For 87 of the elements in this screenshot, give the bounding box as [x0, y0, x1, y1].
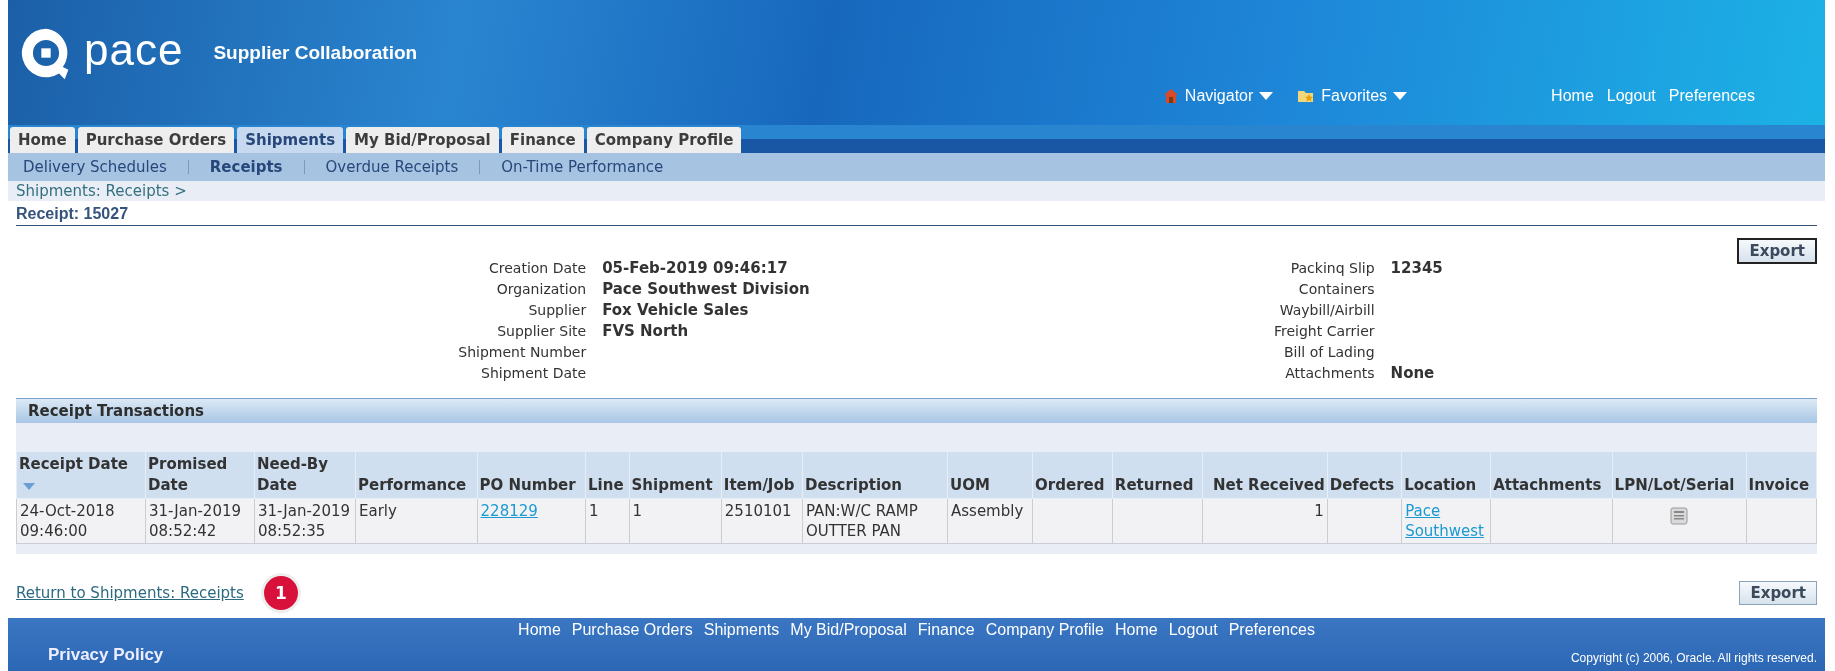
column-header: Item/Job — [721, 451, 803, 499]
header-link[interactable]: Home — [1551, 87, 1594, 105]
field-label: Supplier Site — [496, 322, 588, 341]
column-header: PO Number — [477, 451, 586, 499]
copyright-text: Copyright (c) 2006, Oracle. All rights reserved. — [1570, 651, 1817, 665]
field-value: None — [1390, 363, 1436, 384]
global-menu[interactable]: Favorites — [1321, 87, 1388, 105]
field-value: FVS North — [602, 321, 690, 342]
table-cell: Assembly — [951, 502, 1024, 520]
return-link[interactable]: Return to Shipments: Receipts — [16, 584, 244, 602]
field-value: 05-Feb-2019 09:46:17 — [602, 258, 789, 279]
dropdown-caret-icon — [1259, 92, 1274, 100]
folder-star-icon — [1297, 88, 1316, 104]
global-menu[interactable]: Navigator — [1184, 87, 1254, 105]
callout-badge: 1 — [263, 576, 298, 610]
field-label: Packinq Slip — [1289, 259, 1376, 278]
table-cell: 31-Jan-2019 08:52:42 — [149, 502, 242, 540]
column-header: Invoice — [1746, 451, 1817, 499]
column-header: LPN/Lot/Serial — [1612, 451, 1747, 499]
field-label: Organization — [495, 280, 588, 299]
column-header: Defects — [1327, 451, 1402, 499]
sort-descending-icon[interactable] — [23, 483, 35, 490]
house-icon — [1162, 88, 1179, 104]
logo-wordmark: pace — [84, 28, 184, 72]
breadcrumb-link[interactable]: Shipments: Receipts > — [16, 182, 187, 200]
nav-tab[interactable]: Purchase Orders — [77, 127, 235, 153]
footer-link[interactable]: Logout — [1168, 621, 1218, 639]
field-value: Fox Vehicle Sales — [602, 300, 750, 321]
footer-link[interactable]: Purchase Orders — [571, 621, 693, 639]
footer-link[interactable]: My Bid/Proposal — [790, 621, 907, 639]
field-label: Shipment Date — [480, 364, 588, 383]
field-value: Pace Southwest Division — [602, 279, 811, 300]
subtab[interactable]: On-Time Performance — [494, 158, 671, 176]
table-cell: Early — [359, 502, 397, 520]
table-cell: 1 — [632, 502, 643, 520]
field-label: Freight Carrier — [1274, 322, 1376, 341]
column-header: UOM — [947, 451, 1033, 499]
nav-tab[interactable]: Home — [10, 127, 75, 153]
field-value: 12345 — [1390, 258, 1443, 279]
column-header: Need-By Date — [254, 451, 356, 499]
table-cell: 2510101 — [724, 502, 792, 520]
column-header: Receipt Date — [16, 451, 146, 499]
column-header: Shipment — [629, 451, 722, 499]
table-cell: 31-Jan-2019 08:52:35 — [258, 502, 351, 540]
nav-tab[interactable]: Finance — [501, 127, 584, 153]
header-link[interactable]: Logout — [1606, 87, 1656, 105]
footer-link[interactable]: Home — [518, 621, 561, 639]
footer-link[interactable]: Company Profile — [985, 621, 1104, 639]
page-title: Receipt: 15027 — [16, 201, 1817, 226]
footer-link[interactable]: Shipments — [703, 621, 780, 639]
header-link[interactable]: Preferences — [1668, 87, 1755, 105]
details-icon[interactable] — [1670, 507, 1689, 525]
section-title: Receipt Transactions — [28, 402, 204, 420]
field-label: Attachments — [1284, 364, 1376, 383]
column-header: Performance — [355, 451, 478, 499]
column-header: Attachments — [1490, 451, 1613, 499]
privacy-link[interactable]: Privacy Policy — [48, 645, 164, 665]
column-header: Returned — [1112, 451, 1202, 499]
table-cell: 1 — [589, 502, 599, 520]
nav-tab[interactable]: My Bid/Proposal — [346, 127, 499, 153]
subtab[interactable]: Overdue Receipts — [318, 158, 466, 176]
column-header: Net Received — [1202, 451, 1328, 499]
dropdown-caret-icon — [1393, 92, 1408, 100]
table-cell: 1 — [1314, 502, 1324, 520]
footer-link[interactable]: Home — [1115, 621, 1158, 639]
column-header: Line — [585, 451, 630, 499]
field-label: Shipment Number — [457, 343, 588, 362]
export-button[interactable]: Export — [1737, 238, 1817, 264]
field-label: Bill of Lading — [1283, 343, 1376, 362]
column-header: Ordered — [1032, 451, 1113, 499]
subtab[interactable]: Receipts — [202, 158, 290, 176]
export-button[interactable]: Export — [1739, 581, 1817, 605]
app-title: Supplier Collaboration — [213, 42, 418, 64]
subtab[interactable]: Delivery Schedules — [16, 158, 174, 176]
nav-tab[interactable]: Company Profile — [586, 127, 742, 153]
footer-link[interactable]: Finance — [917, 621, 975, 639]
field-label: Creation Date — [488, 259, 588, 278]
table-cell: PAN:W/C RAMP OUTTER PAN — [806, 502, 918, 540]
field-label: Waybill/Airbill — [1278, 301, 1376, 320]
field-label: Containers — [1297, 280, 1376, 299]
column-header: Promised Date — [145, 451, 255, 499]
column-header: Location — [1401, 451, 1491, 499]
nav-tab[interactable]: Shipments — [237, 127, 344, 153]
column-header: Description — [802, 451, 948, 499]
footer-link[interactable]: Preferences — [1228, 621, 1315, 639]
field-label: Supplier — [527, 301, 588, 320]
table-cell: 24-Oct-2018 09:46:00 — [20, 502, 115, 540]
